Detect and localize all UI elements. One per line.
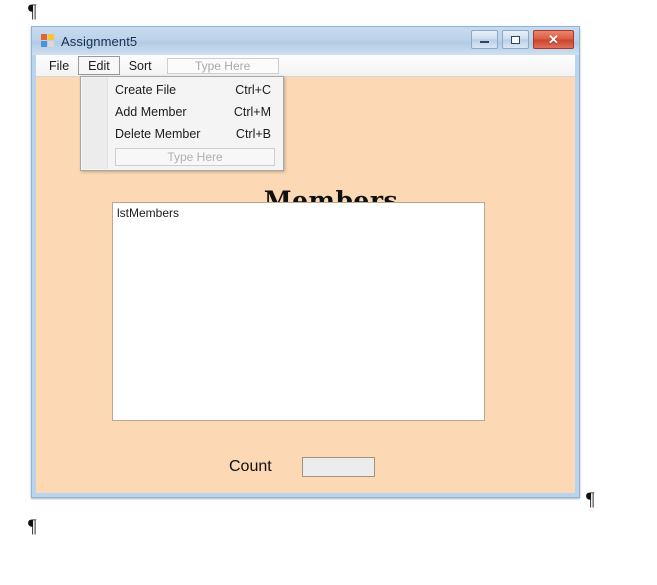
listbox-name-label: lstMembers <box>117 206 180 220</box>
maximize-icon <box>511 35 520 44</box>
close-button[interactable]: ✕ <box>533 30 574 49</box>
window-controls: ✕ <box>471 30 574 49</box>
edit-dropdown-menu: Create File Ctrl+C Add Member Ctrl+M Del… <box>80 76 284 171</box>
document-paragraph-mark-top: ¶ <box>28 1 37 22</box>
dropdown-type-here-placeholder[interactable]: Type Here <box>115 148 275 166</box>
menu-item-file[interactable]: File <box>40 55 78 76</box>
minimize-button[interactable] <box>471 30 498 49</box>
winforms-app-icon <box>41 34 55 48</box>
form-client-area: File Edit Sort Type Here Members lstMemb… <box>36 55 575 493</box>
application-window: Assignment5 ✕ File Edit Sort Type Here M… <box>31 26 580 498</box>
window-title: Assignment5 <box>61 33 138 49</box>
menu-item-edit[interactable]: Edit <box>78 56 120 75</box>
menu-item-add-member-label: Add Member <box>115 105 187 119</box>
menu-item-add-member[interactable]: Add Member Ctrl+M <box>81 101 283 123</box>
document-paragraph-mark-right: ¶ <box>586 489 595 510</box>
menu-item-delete-member[interactable]: Delete Member Ctrl+B <box>81 123 283 145</box>
menu-item-delete-member-shortcut: Ctrl+B <box>235 127 271 141</box>
members-listbox[interactable]: lstMembers <box>112 202 485 421</box>
count-textbox[interactable] <box>302 457 375 477</box>
minimize-icon <box>480 41 489 43</box>
menu-item-create-file[interactable]: Create File Ctrl+C <box>81 79 283 101</box>
close-icon: ✕ <box>548 32 559 47</box>
maximize-button[interactable] <box>502 30 529 49</box>
menu-item-create-file-shortcut: Ctrl+C <box>235 83 271 97</box>
title-bar[interactable]: Assignment5 ✕ <box>32 27 579 55</box>
document-paragraph-mark-bottom: ¶ <box>28 516 37 537</box>
menu-item-sort[interactable]: Sort <box>120 55 161 76</box>
menu-item-add-member-shortcut: Ctrl+M <box>233 105 271 119</box>
menu-strip: File Edit Sort Type Here <box>36 55 575 77</box>
count-label: Count <box>229 458 272 475</box>
menustrip-type-here-placeholder[interactable]: Type Here <box>166 57 279 74</box>
menu-item-create-file-label: Create File <box>115 83 177 97</box>
menu-item-delete-member-label: Delete Member <box>115 127 201 141</box>
